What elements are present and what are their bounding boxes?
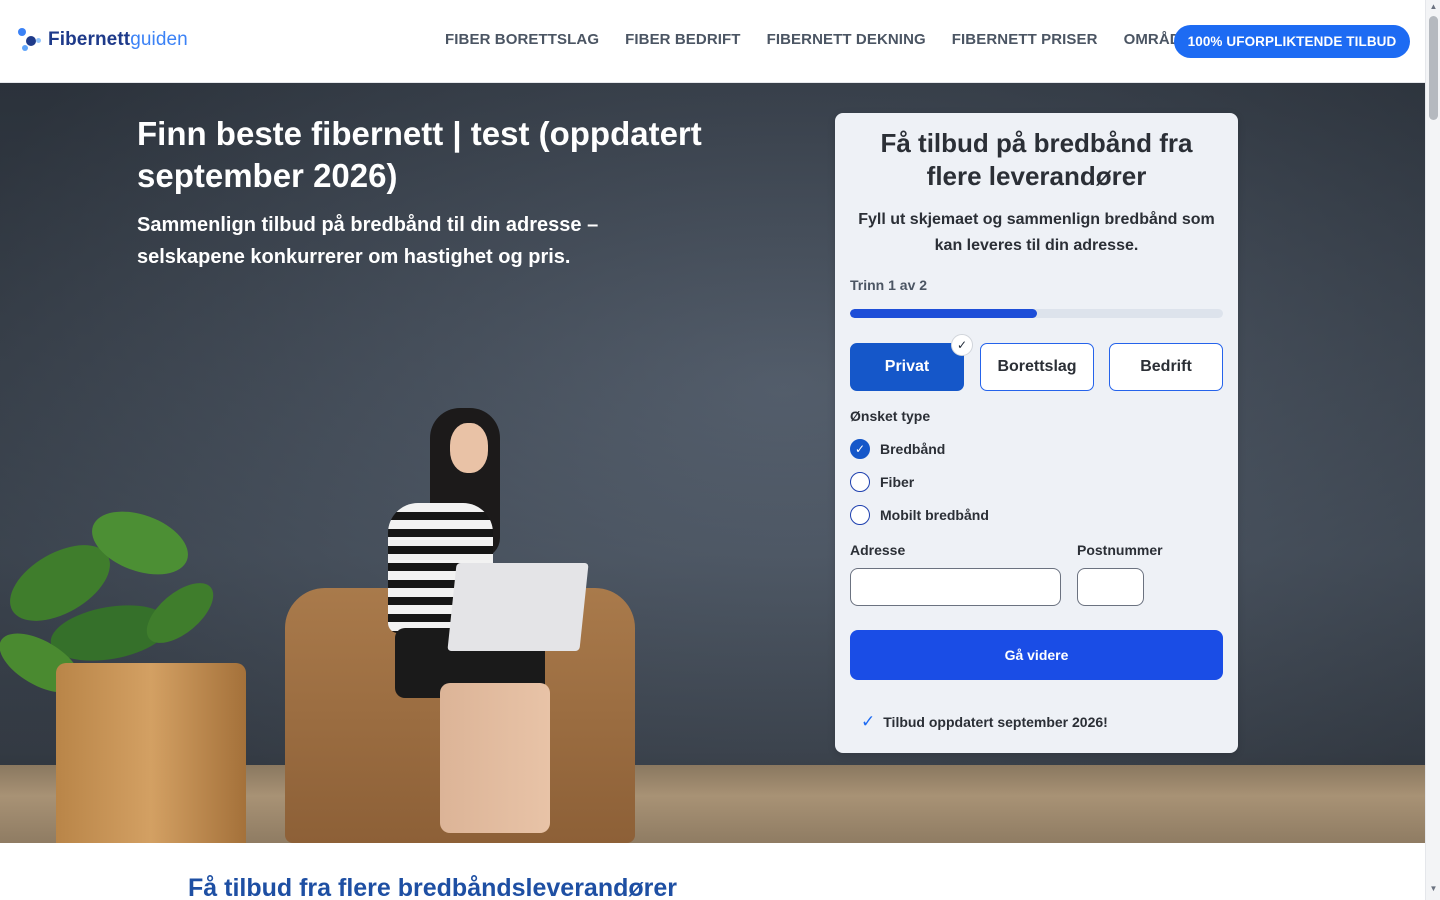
logo-text: Fibernettguiden [48,29,188,50]
step-indicator: Trinn 1 av 2 [850,277,928,293]
dots-logo-icon [18,28,42,52]
progress-bar [850,309,1223,318]
progress-fill [850,309,1037,318]
main-nav: FIBER BORETTSLAG FIBER BEDRIFT FIBERNETT… [445,31,1202,48]
scroll-down-icon[interactable]: ▼ [1426,884,1440,898]
option-label: Mobilt bredbånd [880,507,989,523]
scrollbar[interactable]: ▲ ▼ [1425,0,1440,900]
scrollbar-thumb[interactable] [1429,16,1438,120]
laptop-image [447,563,589,651]
hero-subtitle: Sammenlign tilbud på bredbånd til din ad… [137,214,599,268]
form-title: Få tilbud på bredbånd fra flere leverand… [880,128,1193,191]
option-label: Fiber [880,474,915,490]
logo[interactable]: Fibernettguiden [18,28,188,52]
option-mobilt-bredband[interactable]: Mobilt bredbånd [850,505,989,525]
nav-fiber-borettslag[interactable]: FIBER BORETTSLAG [445,31,599,48]
address-label: Adresse [850,542,906,558]
scroll-up-icon[interactable]: ▲ [1426,2,1440,16]
type-label: Ønsket type [850,408,931,424]
update-note: ✓ Tilbud oppdatert september 2026! [861,712,1108,732]
site-header: Fibernettguiden FIBER BORETTSLAG FIBER B… [0,0,1425,83]
check-icon: ✓ [951,334,973,356]
nav-fiber-bedrift[interactable]: FIBER BEDRIFT [625,31,740,48]
offer-cta-button[interactable]: 100% UFORPLIKTENDE TILBUD [1174,25,1410,58]
nav-fibernett-priser[interactable]: FIBERNETT PRISER [952,31,1098,48]
segment-bedrift[interactable]: Bedrift [1109,343,1223,391]
radio-button[interactable] [850,505,870,525]
option-fiber[interactable]: Fiber [850,472,914,492]
nav-fibernett-dekning[interactable]: FIBERNETT DEKNING [767,31,926,48]
offer-form-card: Få tilbud på bredbånd fra flere leverand… [835,113,1238,753]
form-description: Fyll ut skjemaet og sammenlign bredbånd … [858,211,1215,254]
segment-borettslag[interactable]: Borettslag [980,343,1094,391]
segment-privat[interactable]: Privat ✓ [850,334,973,391]
check-icon[interactable]: ✓ [850,439,870,459]
woman-legs-image [440,683,550,833]
woman-face-image [450,423,488,473]
postal-input[interactable] [1077,568,1144,606]
continue-button[interactable]: Gå videre [850,630,1223,680]
section-title: Få tilbud fra flere bredbåndsleverandøre… [188,874,678,900]
address-input[interactable] [850,568,1061,606]
side-table-image [56,663,246,843]
radio-button[interactable] [850,472,870,492]
checkmark-icon: ✓ [861,712,876,731]
segment-label: Bedrift [1140,358,1192,375]
postal-label: Postnummer [1077,542,1163,558]
option-label: Bredbånd [880,441,946,457]
segment-label: Borettslag [997,358,1077,375]
update-note-text: Tilbud oppdatert september 2026! [883,714,1108,730]
segment-label: Privat [884,358,930,375]
hero-title: Finn beste fibernett | test (oppdatert s… [137,115,702,194]
option-bredband[interactable]: ✓ Bredbånd [850,439,945,459]
